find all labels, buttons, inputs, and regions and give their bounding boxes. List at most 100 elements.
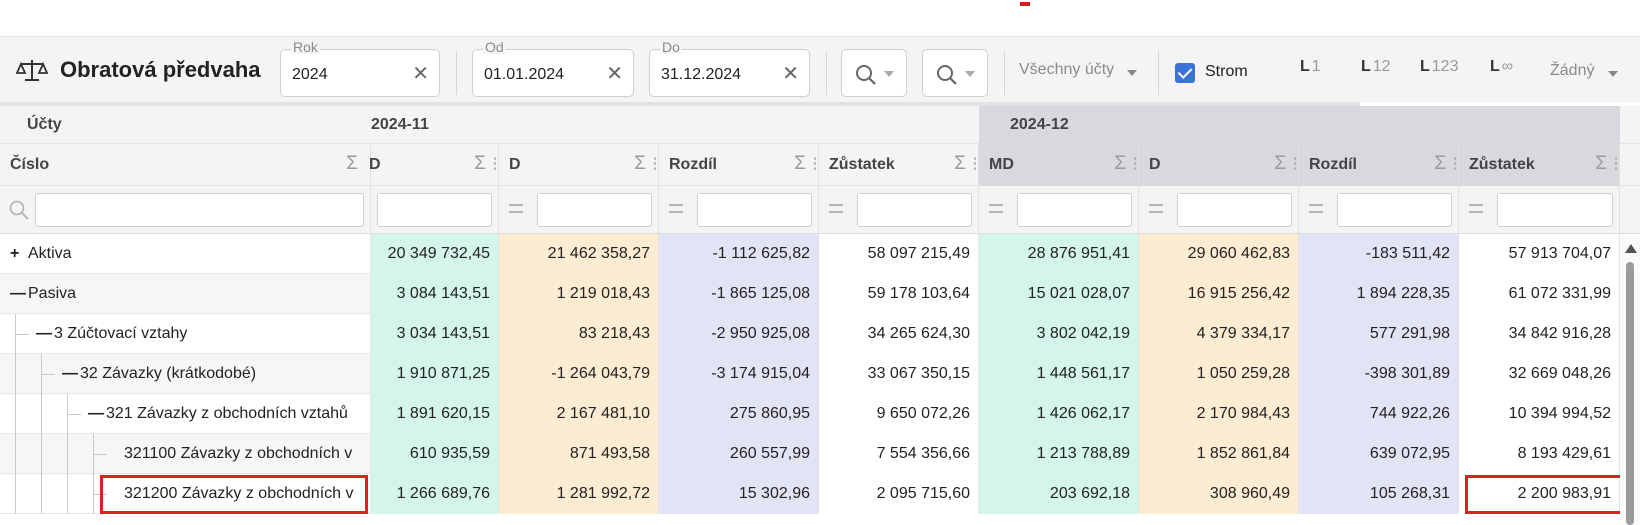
value-cell-dec-zustatek[interactable]: 32 669 048,26 xyxy=(1459,354,1620,394)
value-cell-dec-rozdil[interactable]: -183 511,42 xyxy=(1299,234,1459,274)
table-row[interactable]: —32 Závazky (krátkodobé) 1 910 871,25 -1 2… xyxy=(0,354,1640,394)
year-clear-icon[interactable]: ✕ xyxy=(412,64,429,84)
value-cell-dec-rozdil[interactable]: 105 268,31 xyxy=(1299,474,1459,514)
value-cell-nov-d[interactable]: 2 167 481,10 xyxy=(499,394,659,434)
table-row[interactable]: 321100 Závazky z obchodních v 610 935,59 8… xyxy=(0,434,1640,474)
date-to-value[interactable]: 31.12.2024 xyxy=(661,66,741,84)
resize-grip[interactable] xyxy=(1134,156,1136,172)
scrollbar-thumb[interactable] xyxy=(1626,262,1634,525)
equals-icon[interactable] xyxy=(1469,204,1483,213)
value-cell-nov-d[interactable]: 1 281 992,72 xyxy=(499,474,659,514)
equals-icon[interactable] xyxy=(1149,204,1163,213)
equals-icon[interactable] xyxy=(829,204,843,213)
resize-grip[interactable] xyxy=(494,156,496,172)
sum-icon[interactable]: Σ xyxy=(634,153,646,175)
collapse-icon[interactable]: — xyxy=(36,325,52,343)
value-cell-dec-rozdil[interactable]: 1 894 228,35 xyxy=(1299,274,1459,314)
resize-grip[interactable] xyxy=(1454,156,1456,172)
equals-icon[interactable] xyxy=(989,204,1003,213)
account-name-cell[interactable]: — Pasiva xyxy=(0,274,371,314)
value-cell-dec-md[interactable]: 15 021 028,07 xyxy=(979,274,1139,314)
filter-input-dec-zustatek[interactable] xyxy=(1497,193,1613,227)
filter-input-dec-d[interactable] xyxy=(1177,193,1292,227)
value-cell-dec-d[interactable]: 29 060 462,83 xyxy=(1139,234,1299,274)
value-cell-nov-rozdil[interactable]: 260 557,99 xyxy=(659,434,819,474)
account-name-cell[interactable]: 321100 Závazky z obchodních v xyxy=(0,434,371,474)
resize-grip[interactable] xyxy=(814,156,816,172)
value-cell-dec-zustatek[interactable]: 8 193 429,61 xyxy=(1459,434,1620,474)
sum-icon[interactable]: Σ xyxy=(1434,153,1446,175)
chevron-down-icon[interactable] xyxy=(1127,70,1137,76)
sum-icon[interactable]: Σ xyxy=(1274,153,1286,175)
value-cell-nov-md[interactable]: 610 935,59 xyxy=(371,434,499,474)
value-cell-nov-d[interactable]: 21 462 358,27 xyxy=(499,234,659,274)
none-dropdown[interactable]: Žádný xyxy=(1550,62,1594,80)
value-cell-nov-rozdil[interactable]: -1 865 125,08 xyxy=(659,274,819,314)
date-to-field[interactable]: Do 31.12.2024 ✕ xyxy=(649,40,810,97)
value-cell-dec-d[interactable]: 1 852 861,84 xyxy=(1139,434,1299,474)
value-cell-nov-zustatek[interactable]: 34 265 624,30 xyxy=(819,314,979,354)
col-header-nov-md[interactable]: D Σ xyxy=(369,144,499,186)
value-cell-dec-d[interactable]: 4 379 334,17 xyxy=(1139,314,1299,354)
level-all-button[interactable]: L ∞ xyxy=(1490,58,1513,76)
resize-grip[interactable] xyxy=(1615,156,1617,172)
sum-icon[interactable]: Σ xyxy=(474,153,486,175)
value-cell-nov-zustatek[interactable]: 33 067 350,15 xyxy=(819,354,979,394)
accounts-filter-dropdown[interactable]: Všechny účty xyxy=(1019,61,1114,79)
value-cell-dec-d[interactable]: 2 170 984,43 xyxy=(1139,394,1299,434)
equals-icon[interactable] xyxy=(669,204,683,213)
account-name-cell[interactable]: —3 Zúčtovací vztahy xyxy=(0,314,371,354)
col-header-dec-md[interactable]: MD Σ xyxy=(979,144,1139,186)
value-cell-nov-rozdil[interactable]: 15 302,96 xyxy=(659,474,819,514)
search-dropdown-1[interactable] xyxy=(841,49,907,97)
expand-icon[interactable]: + xyxy=(10,245,19,263)
year-field[interactable]: Rok 2024 ✕ xyxy=(280,40,440,97)
value-cell-nov-md[interactable]: 3 034 143,51 xyxy=(371,314,499,354)
value-cell-nov-rozdil[interactable]: 275 860,95 xyxy=(659,394,819,434)
account-name-cell[interactable]: —321 Závazky z obchodních vztahů xyxy=(0,394,371,434)
value-cell-dec-md[interactable]: 1 448 561,17 xyxy=(979,354,1139,394)
value-cell-dec-rozdil[interactable]: 744 922,26 xyxy=(1299,394,1459,434)
sum-icon[interactable]: Σ xyxy=(794,153,806,175)
col-header-cislo[interactable]: Číslo Σ xyxy=(0,144,371,186)
col-header-dec-rozdil[interactable]: Rozdíl Σ xyxy=(1299,144,1459,186)
value-cell-dec-zustatek[interactable]: 34 842 916,28 xyxy=(1459,314,1620,354)
date-from-field[interactable]: Od 01.01.2024 ✕ xyxy=(472,40,634,97)
col-header-nov-d[interactable]: D Σ xyxy=(499,144,659,186)
value-cell-nov-d[interactable]: 1 219 018,43 xyxy=(499,274,659,314)
sum-icon[interactable]: Σ xyxy=(1114,153,1126,175)
equals-icon[interactable] xyxy=(1309,204,1323,213)
value-cell-nov-md[interactable]: 1 910 871,25 xyxy=(371,354,499,394)
table-row[interactable]: —3 Zúčtovací vztahy 3 034 143,51 83 218,43… xyxy=(0,314,1640,354)
collapse-icon[interactable]: — xyxy=(88,405,104,423)
value-cell-dec-d[interactable]: 16 915 256,42 xyxy=(1139,274,1299,314)
account-name-cell[interactable]: —32 Závazky (krátkodobé) xyxy=(0,354,371,394)
value-cell-dec-zustatek[interactable]: 61 072 331,99 xyxy=(1459,274,1620,314)
value-cell-nov-md[interactable]: 3 084 143,51 xyxy=(371,274,499,314)
value-cell-nov-zustatek[interactable]: 58 097 215,49 xyxy=(819,234,979,274)
vertical-scrollbar[interactable] xyxy=(1620,234,1640,525)
col-header-nov-rozdil[interactable]: Rozdíl Σ xyxy=(659,144,819,186)
table-row[interactable]: + Aktiva 20 349 732,45 21 462 358,27 -1 112 … xyxy=(0,234,1640,274)
value-cell-nov-zustatek[interactable]: 2 095 715,60 xyxy=(819,474,979,514)
equals-icon[interactable] xyxy=(509,204,523,213)
tree-checkbox-label[interactable]: Strom xyxy=(1205,63,1248,81)
sum-icon[interactable]: Σ xyxy=(346,153,358,175)
col-header-dec-d[interactable]: D Σ xyxy=(1139,144,1299,186)
value-cell-dec-md[interactable]: 203 692,18 xyxy=(979,474,1139,514)
filter-input-dec-rozdil[interactable] xyxy=(1337,193,1452,227)
value-cell-nov-d[interactable]: -1 264 043,79 xyxy=(499,354,659,394)
value-cell-nov-zustatek[interactable]: 7 554 356,66 xyxy=(819,434,979,474)
value-cell-dec-zustatek[interactable]: 57 913 704,07 xyxy=(1459,234,1620,274)
col-header-nov-zustatek[interactable]: Zůstatek Σ xyxy=(819,144,979,186)
value-cell-nov-rozdil[interactable]: -1 112 625,82 xyxy=(659,234,819,274)
sum-icon[interactable]: Σ xyxy=(954,153,966,175)
value-cell-nov-zustatek[interactable]: 9 650 072,26 xyxy=(819,394,979,434)
value-cell-nov-zustatek[interactable]: 59 178 103,64 xyxy=(819,274,979,314)
filter-input-nov-d[interactable] xyxy=(537,193,652,227)
level-1-button[interactable]: L1 xyxy=(1300,58,1321,76)
value-cell-nov-d[interactable]: 83 218,43 xyxy=(499,314,659,354)
value-cell-dec-rozdil[interactable]: 639 072,95 xyxy=(1299,434,1459,474)
filter-input-nov-md[interactable] xyxy=(377,193,492,227)
date-to-clear-icon[interactable]: ✕ xyxy=(782,64,799,84)
